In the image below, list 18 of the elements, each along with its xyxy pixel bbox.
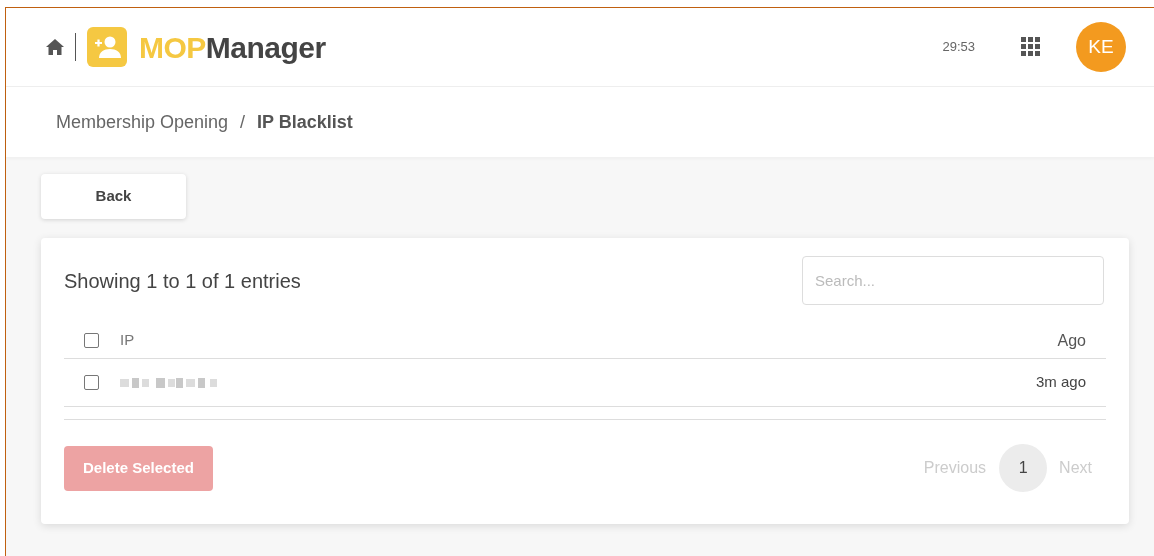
breadcrumb-current: IP Blacklist (257, 110, 353, 134)
table-cell-text: 3m ago (1035, 372, 1086, 393)
breadcrumb-separator: / (240, 110, 246, 134)
search-field[interactable]: Search... (802, 256, 1104, 305)
checkbox[interactable] (84, 375, 99, 390)
apps-grid-icon[interactable] (1021, 37, 1041, 57)
entries-summary: Showing 1 to 1 of 1 entries (64, 268, 301, 294)
session-timer: 29:53 (942, 38, 975, 57)
checkbox[interactable] (84, 333, 99, 348)
column-header: IP (120, 330, 135, 351)
breadcrumb-link[interactable]: Membership Opening (56, 108, 229, 136)
page-button[interactable]: 1 (999, 444, 1048, 492)
app-title: MOPManager (139, 29, 326, 66)
user-avatar[interactable]: KE (1076, 22, 1126, 72)
logo-icon (87, 27, 127, 67)
column-header: Ago (1057, 330, 1086, 351)
home-icon[interactable] (46, 39, 64, 55)
back-button[interactable]: Back (41, 174, 186, 219)
